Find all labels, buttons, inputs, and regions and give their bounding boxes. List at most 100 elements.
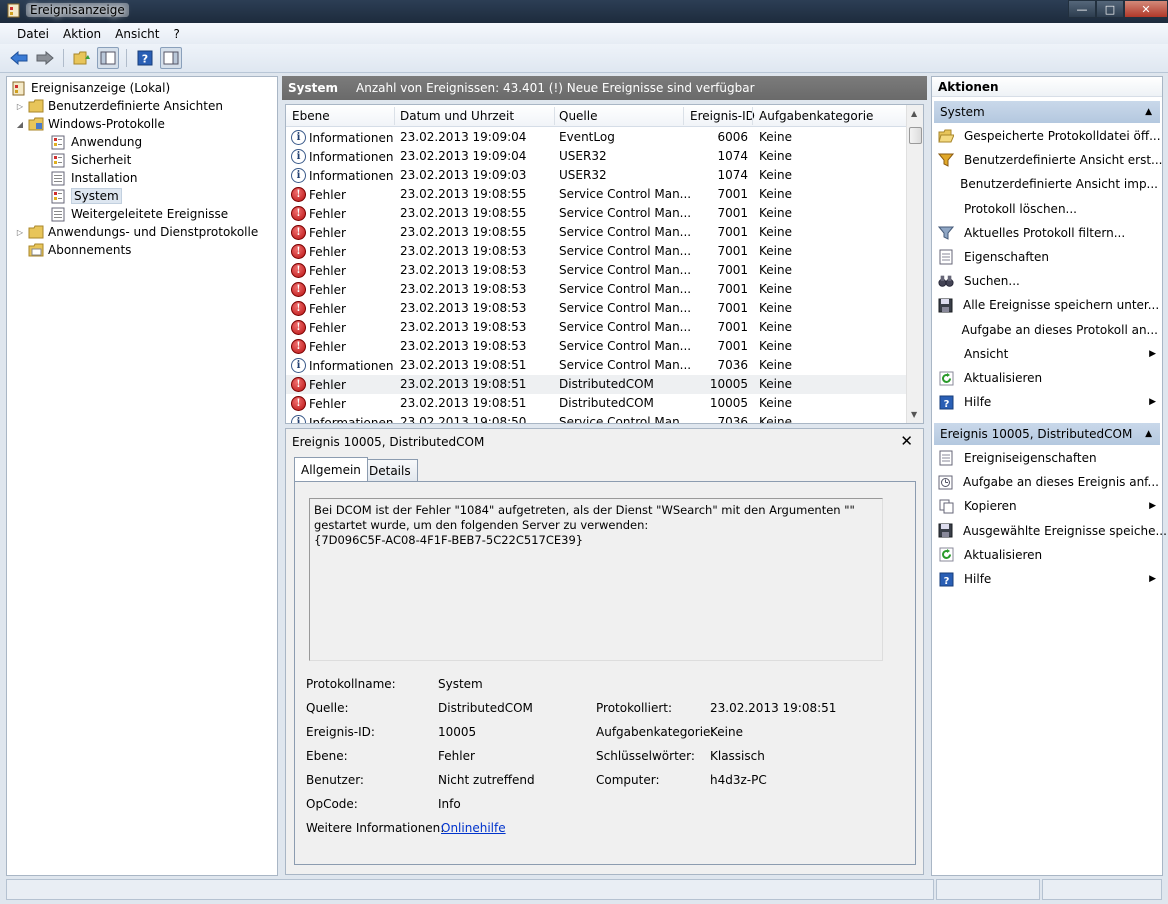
event-level-text: Fehler — [309, 206, 346, 221]
event-level: ! Fehler — [291, 187, 346, 202]
tree-item-application[interactable]: Anwendung — [51, 133, 142, 151]
event-list-scrollbar[interactable]: ▲ ▼ — [906, 105, 923, 423]
actions-header: Aktionen — [932, 77, 1162, 97]
event-row[interactable]: ! Fehler 23.02.2013 19:08:53 Service Contro… — [286, 242, 906, 261]
menu-datei[interactable]: Datei — [10, 27, 56, 41]
action-event-2[interactable]: Kopieren ▶ — [938, 495, 1158, 517]
maximize-button[interactable]: □ — [1096, 0, 1124, 18]
tree-item-system[interactable]: System — [51, 187, 122, 205]
event-row[interactable]: ! Fehler 23.02.2013 19:08:55 Service Contro… — [286, 185, 906, 204]
tree-item-forwarded-events[interactable]: Weitergeleitete Ereignisse — [51, 205, 228, 223]
event-row[interactable]: ! Fehler 23.02.2013 19:08:53 Service Contro… — [286, 337, 906, 356]
action-event-1[interactable]: Aufgabe an dieses Ereignis anf... — [938, 471, 1159, 493]
event-row[interactable]: i Informationen 23.02.2013 19:09:04 EventLo… — [286, 128, 906, 147]
event-row[interactable]: ! Fehler 23.02.2013 19:08:55 Service Contro… — [286, 223, 906, 242]
action-event-3[interactable]: Ausgewählte Ereignisse speiche... — [938, 520, 1167, 542]
action-event-4[interactable]: Aktualisieren — [938, 544, 1158, 566]
collapse-section-icon[interactable]: ▲ — [1145, 107, 1152, 117]
actions-section-system[interactable]: System ▲ — [934, 101, 1160, 123]
tree-item-windows-logs[interactable]: ◢ Windows-Protokolle — [15, 115, 165, 133]
scroll-thumb[interactable] — [909, 127, 922, 144]
scroll-up-icon[interactable]: ▲ — [911, 109, 917, 118]
tree-item-subscriptions[interactable]: Abonnements — [28, 241, 131, 259]
event-row[interactable]: ! Fehler 23.02.2013 19:08:53 Service Contro… — [286, 318, 906, 337]
expand-icon[interactable]: ▷ — [15, 228, 25, 237]
show-tree-icon[interactable] — [97, 47, 119, 69]
action-system-0[interactable]: Gespeicherte Protokolldatei öff... — [938, 125, 1161, 147]
event-row[interactable]: ! Fehler 23.02.2013 19:08:53 Service Contro… — [286, 261, 906, 280]
action-system-8[interactable]: Aufgabe an dieses Protokoll an... — [938, 319, 1158, 341]
action-system-6[interactable]: Suchen... — [938, 270, 1158, 292]
action-system-5[interactable]: Eigenschaften — [938, 246, 1158, 268]
tab-details[interactable]: Details — [362, 459, 418, 481]
back-icon[interactable] — [8, 47, 30, 69]
column-header-level[interactable]: Ebene — [292, 109, 330, 123]
action-system-4[interactable]: Aktuelles Protokoll filtern... — [938, 222, 1158, 244]
minimize-button[interactable]: — — [1068, 0, 1096, 18]
column-separator[interactable] — [683, 107, 684, 125]
event-row[interactable]: ! Fehler 23.02.2013 19:08:51 DistributedCOM… — [286, 375, 906, 394]
event-level: ! Fehler — [291, 301, 346, 316]
menu-aktion[interactable]: Aktion — [56, 27, 108, 41]
tree-item-custom-views[interactable]: ▷ Benutzerdefinierte Ansichten — [15, 97, 223, 115]
actions-section-event[interactable]: Ereignis 10005, DistributedCOM ▲ — [934, 423, 1160, 445]
event-row[interactable]: i Informationen 23.02.2013 19:09:03 USER32 1… — [286, 166, 906, 185]
action-system-3[interactable]: Protokoll löschen... — [938, 198, 1158, 220]
column-separator[interactable] — [394, 107, 395, 125]
tab-general[interactable]: Allgemein — [294, 457, 368, 481]
collapse-section-icon[interactable]: ▲ — [1145, 429, 1152, 439]
tree-item-installation[interactable]: Installation — [51, 169, 137, 187]
column-header-date[interactable]: Datum und Uhrzeit — [400, 109, 514, 123]
event-level: i Informationen — [291, 130, 393, 145]
event-category: Keine — [759, 415, 792, 424]
forward-icon[interactable] — [34, 47, 56, 69]
action-system-10[interactable]: Aktualisieren — [938, 367, 1158, 389]
event-date: 23.02.2013 19:08:55 — [400, 225, 527, 239]
collapse-icon[interactable]: ◢ — [15, 120, 25, 129]
column-header-task-category[interactable]: Aufgabenkategorie — [759, 109, 873, 123]
close-detail-icon[interactable]: ✕ — [900, 432, 913, 450]
properties-icon — [938, 450, 954, 466]
menu-ansicht[interactable]: Ansicht — [108, 27, 166, 41]
tree-item-app-service-logs[interactable]: ▷ Anwendungs- und Dienstprotokolle — [15, 223, 258, 241]
event-row[interactable]: i Informationen 23.02.2013 19:08:51 Service… — [286, 356, 906, 375]
action-system-9[interactable]: Ansicht ▶ — [938, 343, 1158, 365]
action-system-7[interactable]: Alle Ereignisse speichern unter... — [938, 294, 1159, 316]
label-computer: Computer: — [596, 773, 660, 787]
scroll-down-icon[interactable]: ▼ — [911, 410, 917, 419]
action-system-2[interactable]: Benutzerdefinierte Ansicht imp... — [938, 173, 1158, 195]
column-header-event-id[interactable]: Ereignis-ID — [690, 109, 755, 123]
event-row[interactable]: ! Fehler 23.02.2013 19:08:53 Service Contro… — [286, 280, 906, 299]
show-action-pane-icon[interactable] — [160, 47, 182, 69]
action-event-0[interactable]: Ereigniseigenschaften — [938, 447, 1158, 469]
event-level-text: Informationen — [309, 149, 394, 164]
action-event-5[interactable]: ? Hilfe ▶ — [938, 568, 1158, 590]
expand-icon[interactable]: ▷ — [15, 102, 25, 111]
close-window-button[interactable]: ✕ — [1124, 0, 1168, 18]
event-level: ! Fehler — [291, 225, 346, 240]
main-area: Ereignisanzeige (Lokal) ▷ Benutzerdefini… — [0, 73, 1168, 877]
tree-item-security[interactable]: Sicherheit — [51, 151, 131, 169]
label-keywords: Schlüsselwörter: — [596, 749, 695, 763]
column-separator[interactable] — [554, 107, 555, 125]
event-id: 7001 — [717, 282, 748, 296]
help-icon[interactable]: ? — [134, 47, 156, 69]
log-plain-icon — [51, 207, 67, 222]
column-header-source[interactable]: Quelle — [559, 109, 597, 123]
event-row[interactable]: ! Fehler 23.02.2013 19:08:53 Service Contro… — [286, 299, 906, 318]
action-system-11[interactable]: ? Hilfe ▶ — [938, 391, 1158, 413]
event-description[interactable]: Bei DCOM ist der Fehler "1084" aufgetret… — [309, 498, 883, 661]
event-row[interactable]: ! Fehler 23.02.2013 19:08:55 Service Contro… — [286, 204, 906, 223]
column-separator[interactable] — [752, 107, 753, 125]
action-system-1[interactable]: Benutzerdefinierte Ansicht erst... — [938, 149, 1163, 171]
error-icon: ! — [291, 244, 306, 259]
menu-help[interactable]: ? — [166, 27, 186, 41]
error-icon: ! — [291, 301, 306, 316]
event-row[interactable]: i Informationen 23.02.2013 19:09:04 USER32 1… — [286, 147, 906, 166]
event-row[interactable]: i Informationen 23.02.2013 19:08:50 Service… — [286, 413, 906, 424]
event-row[interactable]: ! Fehler 23.02.2013 19:08:51 DistributedCOM… — [286, 394, 906, 413]
event-level: i Informationen — [291, 168, 393, 183]
online-help-link[interactable]: Onlinehilfe — [441, 821, 506, 835]
folder-up-icon[interactable] — [71, 47, 93, 69]
tree-root[interactable]: Ereignisanzeige (Lokal) — [11, 79, 170, 97]
